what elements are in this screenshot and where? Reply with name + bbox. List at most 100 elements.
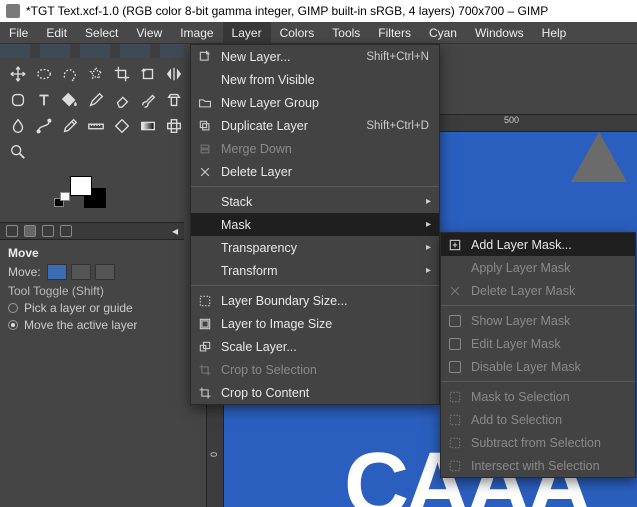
mask-submenu-dropdown: Add Layer Mask... Apply Layer Mask Delete … bbox=[440, 232, 636, 478]
tool-options-tabs[interactable]: ◂ bbox=[0, 222, 184, 240]
warp-tool-icon[interactable] bbox=[6, 88, 30, 112]
menu-help[interactable]: Help bbox=[533, 22, 576, 43]
radio-pick-layer[interactable] bbox=[8, 303, 18, 313]
menu-filters[interactable]: Filters bbox=[369, 22, 420, 43]
mask-menu-add-layer-mask-[interactable]: Add Layer Mask... bbox=[441, 233, 635, 256]
menu-item-label: Apply Layer Mask bbox=[471, 261, 625, 275]
menu-layer[interactable]: Layer bbox=[223, 22, 271, 43]
panel-menu-icon[interactable]: ◂ bbox=[172, 224, 178, 238]
menu-edit[interactable]: Edit bbox=[37, 22, 76, 43]
add-icon bbox=[447, 237, 463, 253]
menu-item-label: Delete Layer bbox=[221, 165, 429, 179]
sel-icon bbox=[447, 412, 463, 428]
radio-move-active-label: Move the active layer bbox=[24, 318, 137, 332]
ruler-tick: 0 bbox=[209, 452, 219, 457]
menu-image[interactable]: Image bbox=[171, 22, 222, 43]
text-tool-icon[interactable] bbox=[32, 88, 56, 112]
paintbrush-icon[interactable] bbox=[136, 88, 160, 112]
layer-menu-new-from-visible[interactable]: New from Visible bbox=[191, 68, 439, 91]
menu-item-label: Merge Down bbox=[221, 142, 429, 156]
move-tool-icon[interactable] bbox=[6, 62, 30, 86]
heal-tool-icon[interactable] bbox=[162, 114, 186, 138]
menu-item-label: Mask bbox=[221, 218, 429, 232]
mask-menu-edit-layer-mask: Edit Layer Mask bbox=[441, 332, 635, 355]
window-titlebar: *TGT Text.xcf-1.0 (RGB color 8-bit gamma… bbox=[0, 0, 637, 22]
move-mode-layer[interactable] bbox=[47, 264, 67, 280]
menu-select[interactable]: Select bbox=[76, 22, 127, 43]
menu-cyan[interactable]: Cyan bbox=[420, 22, 466, 43]
crop-icon bbox=[197, 362, 213, 378]
layer-menu-crop-to-content[interactable]: Crop to Content bbox=[191, 381, 439, 404]
layer-menu-scale-layer-[interactable]: Scale Layer... bbox=[191, 335, 439, 358]
ruler-tick: 500 bbox=[504, 115, 519, 125]
mask-menu-intersect-with-selection: Intersect with Selection bbox=[441, 454, 635, 477]
clone-tool-icon[interactable] bbox=[162, 88, 186, 112]
menu-file[interactable]: File bbox=[0, 22, 37, 43]
menu-item-label: Scale Layer... bbox=[221, 340, 429, 354]
mask-menu-subtract-from-selection: Subtract from Selection bbox=[441, 431, 635, 454]
smudge-tool-icon[interactable] bbox=[6, 114, 30, 138]
zoom-tool-icon[interactable] bbox=[6, 140, 30, 164]
layer-menu-transparency[interactable]: Transparency bbox=[191, 236, 439, 259]
menu-item-label: Layer Boundary Size... bbox=[221, 294, 429, 308]
bucket-fill-icon[interactable] bbox=[58, 88, 82, 112]
menu-view[interactable]: View bbox=[127, 22, 171, 43]
menu-windows[interactable]: Windows bbox=[466, 22, 533, 43]
mask-menu-show-layer-mask: Show Layer Mask bbox=[441, 309, 635, 332]
new-icon bbox=[197, 49, 213, 65]
gradient-tool-icon[interactable] bbox=[136, 114, 160, 138]
layer-menu-transform[interactable]: Transform bbox=[191, 259, 439, 282]
color-swatches[interactable] bbox=[70, 176, 116, 216]
layer-menu-crop-to-selection: Crop to Selection bbox=[191, 358, 439, 381]
move-mode-path[interactable] bbox=[95, 264, 115, 280]
measure-tool-icon[interactable] bbox=[84, 114, 108, 138]
layer-menu-new-layer-group[interactable]: New Layer Group bbox=[191, 91, 439, 114]
eraser-tool-icon[interactable] bbox=[110, 88, 134, 112]
menu-item-label: New Layer... bbox=[221, 50, 358, 64]
window-title: *TGT Text.xcf-1.0 (RGB color 8-bit gamma… bbox=[26, 0, 548, 22]
app-icon bbox=[6, 4, 20, 18]
checkbox-icon bbox=[447, 313, 463, 329]
layer-menu-layer-boundary-size-[interactable]: Layer Boundary Size... bbox=[191, 289, 439, 312]
path-tool-icon[interactable] bbox=[32, 114, 56, 138]
color-picker-icon[interactable] bbox=[58, 114, 82, 138]
ellipse-select-icon[interactable] bbox=[32, 62, 56, 86]
folder-icon bbox=[197, 95, 213, 111]
pencil-tool-icon[interactable] bbox=[84, 88, 108, 112]
menu-item-label: Delete Layer Mask bbox=[471, 284, 625, 298]
flip-tool-icon[interactable] bbox=[162, 62, 186, 86]
free-select-icon[interactable] bbox=[58, 62, 82, 86]
align-tool-icon[interactable] bbox=[110, 114, 134, 138]
default-colors-icon-2[interactable] bbox=[60, 192, 70, 201]
radio-move-active[interactable] bbox=[8, 320, 18, 330]
bound-icon bbox=[197, 293, 213, 309]
layer-menu-new-layer-[interactable]: New Layer... Shift+Ctrl+N bbox=[191, 45, 439, 68]
menu-item-label: Edit Layer Mask bbox=[471, 337, 625, 351]
tool-options-panel: Move Move: Tool Toggle (Shift) Pick a la… bbox=[0, 240, 184, 341]
menu-colors[interactable]: Colors bbox=[271, 22, 324, 43]
layer-menu-duplicate-layer[interactable]: Duplicate LayerShift+Ctrl+D bbox=[191, 114, 439, 137]
menubar: FileEditSelectViewImageLayerColorsToolsF… bbox=[0, 22, 637, 44]
menu-tools[interactable]: Tools bbox=[323, 22, 369, 43]
down-icon bbox=[197, 141, 213, 157]
tool-toggle-label: Tool Toggle (Shift) bbox=[8, 284, 176, 298]
layer-menu-stack[interactable]: Stack bbox=[191, 190, 439, 213]
layer-menu-layer-to-image-size[interactable]: Layer to Image Size bbox=[191, 312, 439, 335]
rotate-tool-icon[interactable] bbox=[136, 62, 160, 86]
menu-accelerator: Shift+Ctrl+D bbox=[366, 120, 429, 132]
sel-icon bbox=[447, 389, 463, 405]
menu-item-label: Disable Layer Mask bbox=[471, 360, 625, 374]
move-mode-label: Move: bbox=[8, 265, 41, 279]
fuzzy-select-icon[interactable] bbox=[84, 62, 108, 86]
foreground-color[interactable] bbox=[70, 176, 92, 196]
move-mode-selection[interactable] bbox=[71, 264, 91, 280]
menu-item-label: Subtract from Selection bbox=[471, 436, 625, 450]
menu-accelerator: Shift+Ctrl+N bbox=[366, 51, 429, 63]
mask-menu-disable-layer-mask: Disable Layer Mask bbox=[441, 355, 635, 378]
crop-tool-icon[interactable] bbox=[110, 62, 134, 86]
layer-menu-dropdown: New Layer... Shift+Ctrl+N New from Visible… bbox=[190, 44, 440, 405]
layer-menu-delete-layer[interactable]: Delete Layer bbox=[191, 160, 439, 183]
decoration-strip bbox=[0, 44, 184, 58]
checkbox-icon bbox=[447, 336, 463, 352]
layer-menu-mask[interactable]: Mask bbox=[191, 213, 439, 236]
